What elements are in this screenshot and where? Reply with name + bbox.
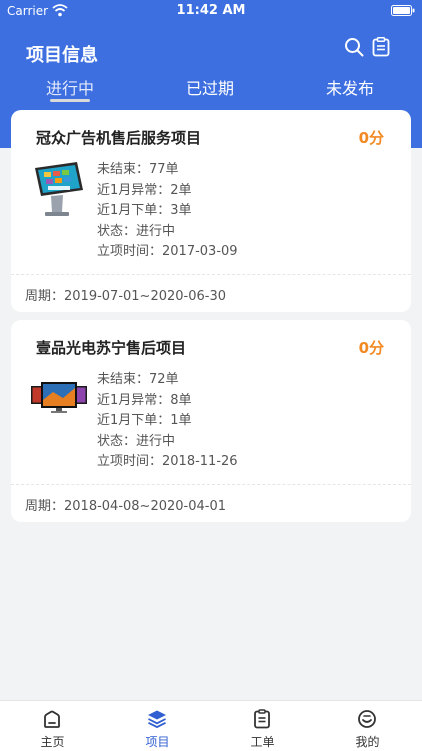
home-icon: [44, 710, 60, 728]
abnormal-count: 近1月异常：2单: [97, 182, 192, 198]
tabbar-label: 我的: [355, 735, 380, 749]
status-bar: Carrier 11:42 AM: [0, 0, 422, 22]
tabbar-label: 项目: [145, 735, 170, 749]
project-details: 未结束：72单 近1月异常：8单 近1月下单：1单 状态：进行中 立项时间：20…: [97, 370, 238, 473]
project-score: 0分: [358, 339, 384, 357]
project-period: 周期：2019-07-01~2020-06-30: [25, 289, 226, 304]
smiley-icon: [358, 710, 376, 728]
tabbar-label: 主页: [40, 735, 65, 749]
layers-icon: [148, 710, 166, 729]
battery-icon: [391, 5, 415, 16]
project-period: 周期：2018-04-08~2020-04-01: [25, 499, 226, 514]
status-time: 11:42 AM: [176, 3, 246, 18]
established-date: 立项时间：2017-03-09: [97, 244, 238, 259]
order-count: 近1月下单：1单: [97, 413, 192, 428]
page-title: 项目信息: [26, 45, 98, 66]
tab-active-indicator: [50, 99, 90, 102]
unfinished-count: 未结束：72单: [97, 372, 179, 387]
abnormal-count: 近1月异常：8单: [97, 392, 192, 408]
project-status: 状态：进行中: [97, 433, 176, 449]
project-details: 未结束：77单 近1月异常：2单 近1月下单：3单 状态：进行中 立项时间：20…: [97, 160, 238, 263]
divider: [11, 274, 411, 275]
tabbar-projects[interactable]: 项目: [105, 701, 210, 751]
unfinished-count: 未结束：77单: [97, 162, 179, 177]
tabbar-mine[interactable]: 我的: [315, 701, 420, 751]
tab-unpublished[interactable]: 未发布: [300, 75, 400, 99]
search-icon[interactable]: [344, 37, 364, 57]
tv-image: [31, 382, 87, 413]
project-title: 冠众广告机售后服务项目: [36, 129, 202, 147]
project-status: 状态：进行中: [97, 223, 176, 239]
project-card[interactable]: 壹品光电苏宁售后项目 0分 未结束：72单 近1月异常：8单 近1月下单：1单 …: [11, 320, 411, 522]
divider: [11, 484, 411, 485]
kiosk-image: [35, 162, 83, 216]
established-date: 立项时间：2018-11-26: [97, 454, 238, 469]
project-card[interactable]: 冠众广告机售后服务项目 0分 未结束：77单 近1月异常：2单 近1月下单：3单…: [11, 110, 411, 312]
clipboard-icon[interactable]: [372, 37, 390, 57]
clipboard-list-icon: [254, 709, 270, 729]
tabbar-work-orders[interactable]: 工单: [210, 701, 315, 751]
tab-expired[interactable]: 已过期: [160, 75, 260, 99]
project-score: 0分: [358, 129, 384, 147]
bottom-tab-bar: 主页 项目 工单 我的: [0, 700, 422, 751]
project-title: 壹品光电苏宁售后项目: [36, 339, 187, 357]
order-count: 近1月下单：3单: [97, 203, 192, 218]
tab-ongoing[interactable]: 进行中: [20, 75, 120, 99]
tabbar-home[interactable]: 主页: [0, 701, 105, 751]
tabbar-label: 工单: [250, 735, 275, 749]
